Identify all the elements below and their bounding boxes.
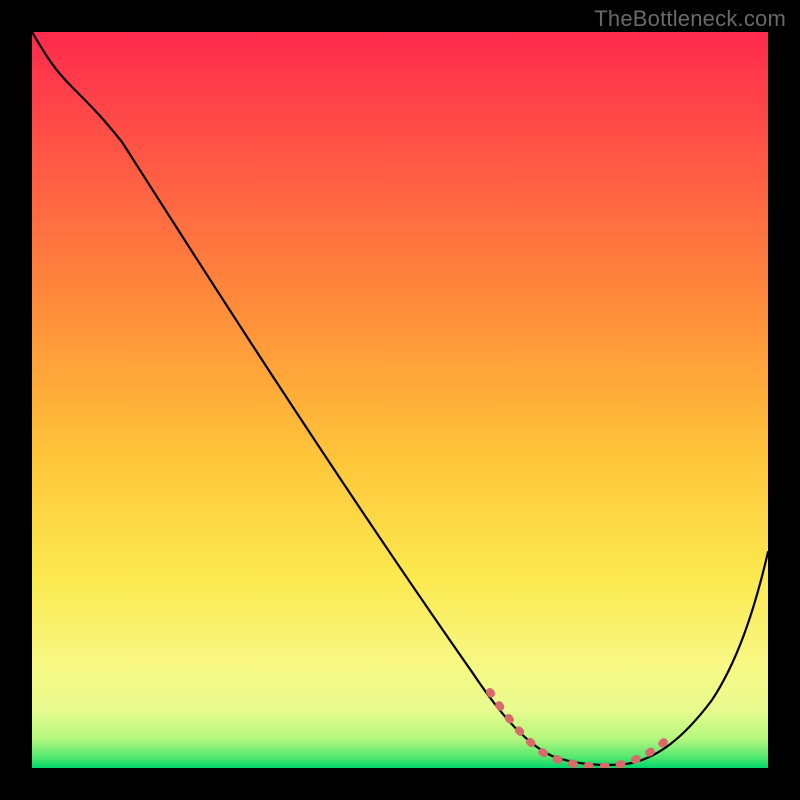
plot-area	[32, 32, 768, 768]
watermark-text: TheBottleneck.com	[594, 6, 786, 32]
gradient-background	[32, 32, 768, 768]
chart-container: TheBottleneck.com	[0, 0, 800, 800]
chart-svg	[32, 32, 768, 768]
